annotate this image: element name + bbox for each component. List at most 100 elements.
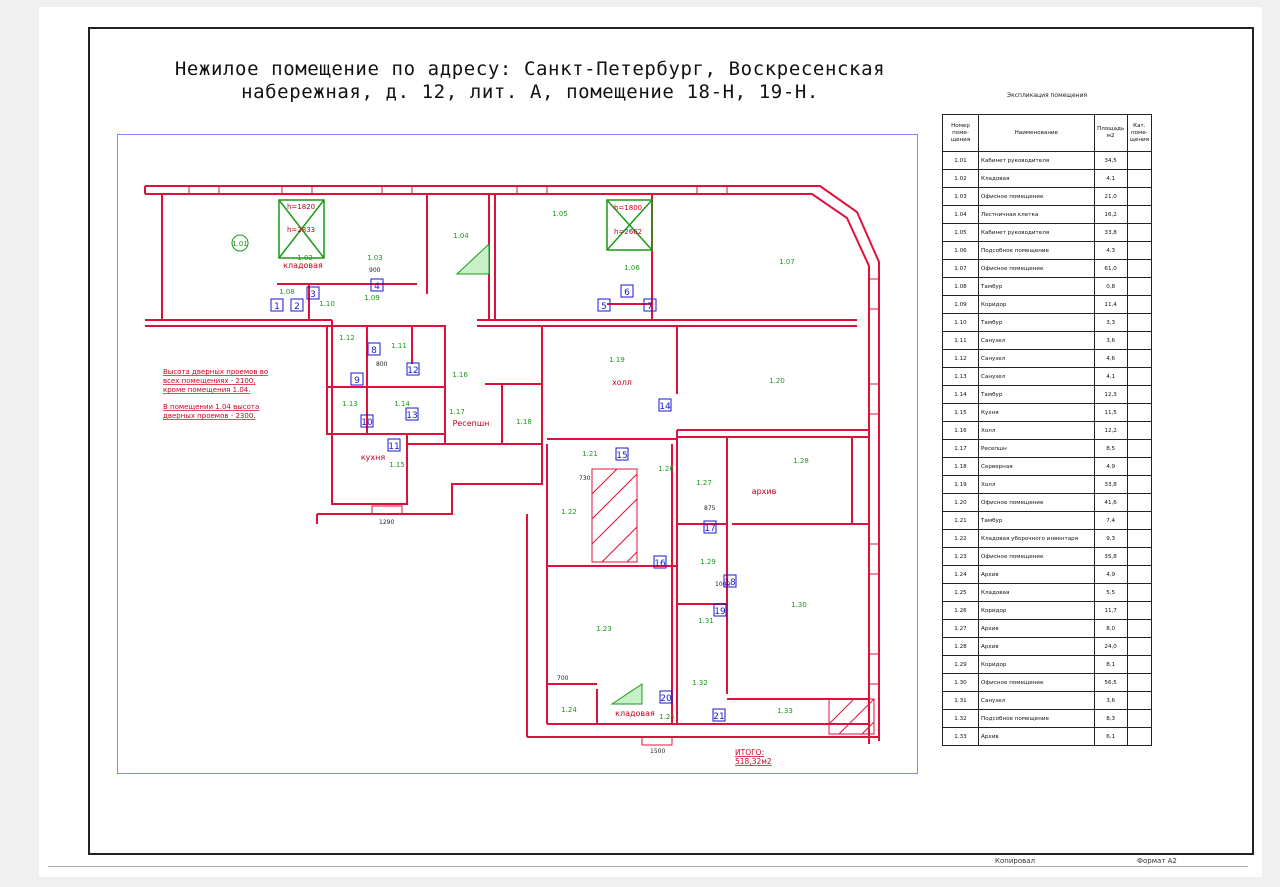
room-label-113: 1.13 xyxy=(342,400,358,408)
window xyxy=(371,505,403,515)
door-number: 16 xyxy=(654,559,666,569)
room-label-111: 1.11 xyxy=(391,342,407,350)
table-row: 1.17 Ресепшн 8,5 xyxy=(942,439,1153,458)
height-h1: h=1820 xyxy=(287,203,315,211)
room-number: 1.08 xyxy=(942,277,979,296)
room-category xyxy=(1126,385,1153,404)
room-category xyxy=(1126,439,1153,458)
window xyxy=(696,185,728,195)
header-area: Площадь м2 xyxy=(1093,114,1128,152)
room-label-127: 1.27 xyxy=(696,479,712,487)
room-area: 16,2 xyxy=(1093,205,1128,224)
total-value: 518,32м2 xyxy=(735,757,772,766)
room-number: 1.18 xyxy=(942,457,979,476)
room-name: Тамбур xyxy=(978,511,1095,530)
room-number: 1.25 xyxy=(942,583,979,602)
room-name: Офисное помещение xyxy=(978,259,1095,278)
room-name: Кухня xyxy=(978,403,1095,422)
dim-900: 900 xyxy=(369,267,381,274)
room-name: Тамбур xyxy=(978,277,1095,296)
table-row: 1.21 Тамбур 7,4 xyxy=(942,511,1153,530)
room-label-101: 1.01 xyxy=(232,240,248,248)
room-name: Архив xyxy=(978,637,1095,656)
table-row: 1.08 Тамбур 0,8 xyxy=(942,277,1153,296)
room-label-107: 1.07 xyxy=(779,258,795,266)
room-label-118: 1.18 xyxy=(516,418,532,426)
room-name: Кладовая xyxy=(978,169,1095,188)
room-area: 11,5 xyxy=(1093,403,1128,422)
door-number: 20 xyxy=(660,694,672,704)
room-label-114: 1.14 xyxy=(394,400,410,408)
window xyxy=(868,278,880,310)
room-name-reception: Ресепшн xyxy=(453,419,490,428)
room-label-117: 1.17 xyxy=(449,408,465,416)
room-name: Подсобное помещение xyxy=(978,709,1095,728)
room-number: 1.13 xyxy=(942,367,979,386)
door-number: 2 xyxy=(294,302,300,312)
door-number: 9 xyxy=(354,376,360,386)
room-name: Холл xyxy=(978,475,1095,494)
hatch xyxy=(828,698,855,725)
room-name: Офисное помещение xyxy=(978,673,1095,692)
room-label-131: 1.31 xyxy=(698,617,714,625)
room-name: Кладовая xyxy=(978,583,1095,602)
room-category xyxy=(1126,655,1153,674)
room-label-105: 1.05 xyxy=(552,210,568,218)
room-category xyxy=(1126,151,1153,170)
room-number: 1.27 xyxy=(942,619,979,638)
room-name: Коридор xyxy=(978,601,1095,620)
room-number: 1.06 xyxy=(942,241,979,260)
door-number: 5 xyxy=(601,302,607,312)
room-number: 1.04 xyxy=(942,205,979,224)
room-area: 33,8 xyxy=(1093,475,1128,494)
room-name: Тамбур xyxy=(978,313,1095,332)
window xyxy=(381,185,413,195)
room-category xyxy=(1126,367,1153,386)
room-area: 4,6 xyxy=(1093,349,1128,368)
room-label-128: 1.28 xyxy=(793,457,809,465)
hatch xyxy=(626,551,638,563)
door-number: 1 xyxy=(274,302,280,312)
table-row: 1.29 Коридор 8,1 xyxy=(942,655,1153,674)
room-label-123: 1.23 xyxy=(596,625,612,633)
room-name-kladovaya-2: кладовая xyxy=(615,709,655,718)
hatch xyxy=(591,473,638,520)
room-category xyxy=(1126,313,1153,332)
room-number: 1.20 xyxy=(942,493,979,512)
room-area: 4,1 xyxy=(1093,169,1128,188)
table-row: 1.22 Кладовая уборочного инвентаря 9,3 xyxy=(942,529,1153,548)
door-number: 4 xyxy=(374,282,380,292)
room-area: 35,8 xyxy=(1093,547,1128,566)
room-area: 9,3 xyxy=(1093,529,1128,548)
room-label-132: 1.32 xyxy=(692,679,708,687)
room-area: 8,0 xyxy=(1093,619,1128,638)
room-name: Кабинет руководителя xyxy=(978,223,1095,242)
room-name-kladovaya-1: кладовая xyxy=(283,261,323,270)
room-label-124: 1.24 xyxy=(561,706,577,714)
room-number: 1.07 xyxy=(942,259,979,278)
footer-format: Формат А2 xyxy=(1137,857,1177,865)
room-area: 0,8 xyxy=(1093,277,1128,296)
note-line-5: дверных проемов - 2300. xyxy=(163,412,256,420)
room-name: Подсобное помещение xyxy=(978,241,1095,260)
room-number: 1.32 xyxy=(942,709,979,728)
room-area: 21,0 xyxy=(1093,187,1128,206)
table-row: 1.01 Кабинет руководителя 34,5 xyxy=(942,151,1153,170)
hatch xyxy=(591,498,638,545)
table-row: 1.12 Санузел 4,6 xyxy=(942,349,1153,368)
explication-header-row: Номер поме-щения Наименование Площадь м2… xyxy=(942,114,1153,152)
window xyxy=(868,653,880,685)
room-category xyxy=(1126,583,1153,602)
room-number: 1.02 xyxy=(942,169,979,188)
room-category xyxy=(1126,457,1153,476)
room-number: 1.19 xyxy=(942,475,979,494)
room-number: 1.29 xyxy=(942,655,979,674)
room-label-110: 1.10 xyxy=(319,300,335,308)
note-line-4: В помещении 1.04 высота xyxy=(163,403,259,411)
room-name-kuhnya: кухня xyxy=(361,453,386,462)
table-row: 1.07 Офисное помещение 61,0 xyxy=(942,259,1153,278)
note-line-1: Высота дверных проемов во xyxy=(163,368,268,376)
room-label-119: 1.19 xyxy=(609,356,625,364)
window xyxy=(641,736,673,746)
room-name: Кладовая уборочного инвентаря xyxy=(978,529,1095,548)
